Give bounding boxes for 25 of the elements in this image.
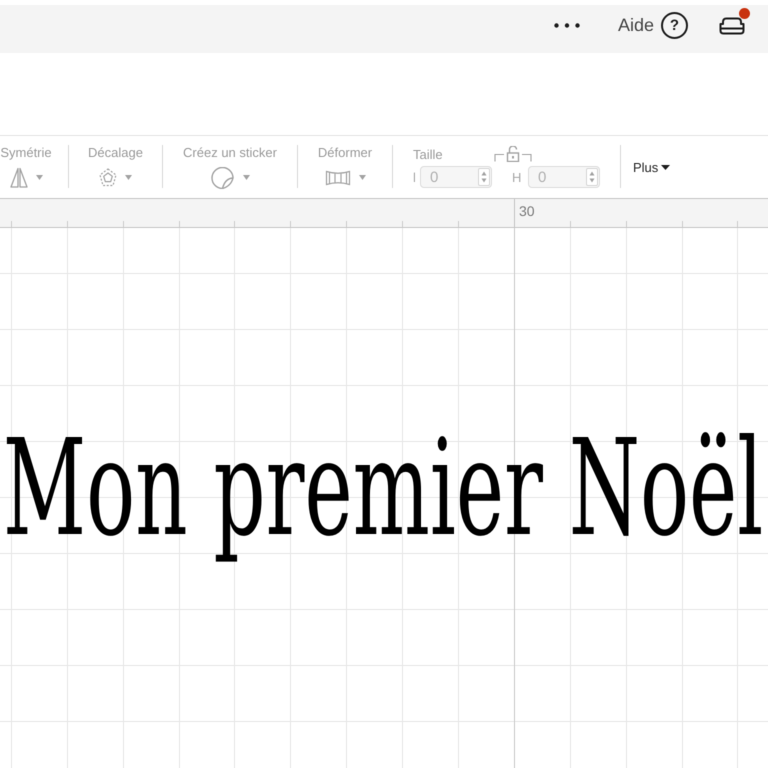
sticker-icon — [210, 166, 234, 188]
help-icon: ? — [661, 12, 688, 38]
tool-label: Déformer — [318, 145, 372, 160]
caret-icon — [242, 175, 250, 180]
tool-label: Créez un sticker — [183, 145, 277, 160]
stepper-icon[interactable] — [478, 168, 490, 186]
device-icon[interactable] — [719, 17, 745, 35]
tool-label: Décalage — [88, 145, 143, 160]
mirror-icon — [10, 167, 28, 188]
warp-icon — [324, 170, 350, 186]
canvas-text: Mon premier Noël — [2, 411, 764, 568]
caret-icon — [125, 175, 132, 180]
tool-label: Taille — [413, 147, 443, 162]
field-label: l — [413, 170, 417, 184]
more-menu-button[interactable]: Plus — [633, 160, 670, 175]
caret-icon — [358, 175, 366, 180]
help-button[interactable]: Aide ? — [618, 12, 688, 38]
ruler-label: 30 — [519, 204, 535, 219]
field-label: H — [512, 170, 522, 184]
stepper-icon[interactable] — [586, 168, 598, 186]
tool-label: Symétrie — [0, 145, 52, 160]
more-icon — [554, 22, 580, 28]
caret-icon — [36, 175, 42, 180]
pentagon-icon — [99, 168, 117, 187]
caret-icon — [661, 165, 670, 170]
